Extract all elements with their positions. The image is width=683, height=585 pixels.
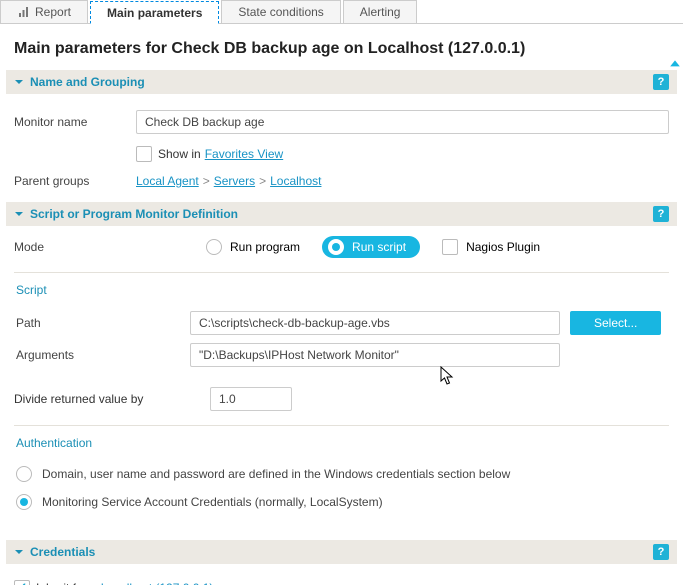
chevron-down-icon [14,209,24,219]
inherit-from-link[interactable]: Localhost (127.0.0.1) [101,581,214,585]
monitor-name-label: Monitor name [14,115,136,129]
show-in-favorites-checkbox[interactable] [136,146,152,162]
arguments-input[interactable] [190,343,560,367]
path-input[interactable] [190,311,560,335]
tab-report[interactable]: Report [0,0,88,23]
tab-alerting-label: Alerting [360,5,401,19]
divide-label: Divide returned value by [14,392,210,406]
select-path-button[interactable]: Select... [570,311,661,335]
auth-opt1-label: Domain, user name and password are defin… [42,467,510,481]
section-credentials[interactable]: Credentials ? [6,540,677,564]
breadcrumb-local-agent[interactable]: Local Agent [136,174,199,188]
radio-selected-icon [328,239,344,255]
radio-selected-icon [16,494,32,510]
auth-credentials-below-radio[interactable]: Domain, user name and password are defin… [14,460,669,488]
auth-opt2-label: Monitoring Service Account Credentials (… [42,495,383,509]
run-program-label: Run program [230,240,300,254]
help-button[interactable]: ? [653,544,669,560]
scroll-up-arrow-icon[interactable] [669,58,681,70]
mode-run-program-radio[interactable]: Run program [206,239,300,255]
checkbox-icon [442,239,458,255]
auth-subtitle: Authentication [14,432,669,460]
chevron-down-icon [14,547,24,557]
tab-report-label: Report [35,5,71,19]
breadcrumb-localhost[interactable]: Localhost [270,174,321,188]
help-button[interactable]: ? [653,206,669,222]
tab-state-conditions[interactable]: State conditions [221,0,340,23]
chevron-down-icon [14,77,24,87]
favorites-view-link[interactable]: Favorites View [205,147,283,161]
section-credentials-label: Credentials [30,545,653,559]
page-title: Main parameters for Check DB backup age … [0,24,683,70]
nagios-label: Nagios Plugin [466,240,540,254]
tab-main-label: Main parameters [107,6,202,20]
help-button[interactable]: ? [653,74,669,90]
authentication-group: Authentication Domain, user name and pas… [14,425,669,516]
breadcrumb-servers[interactable]: Servers [214,174,255,188]
mode-nagios-checkbox[interactable]: Nagios Plugin [442,239,540,255]
section-name-grouping[interactable]: Name and Grouping ? [6,70,677,94]
script-group: Script Path Select... Arguments [14,272,669,371]
divide-input[interactable] [210,387,292,411]
mode-run-script-radio[interactable]: Run script [322,236,420,258]
breadcrumb-separator: > [259,174,266,188]
inherit-from-label: Inherit from [36,581,97,585]
tab-bar: Report Main parameters State conditions … [0,0,683,24]
tab-main-parameters[interactable]: Main parameters [90,1,219,24]
section-name-grouping-label: Name and Grouping [30,75,653,89]
section-script-label: Script or Program Monitor Definition [30,207,653,221]
show-in-label: Show in [158,147,201,161]
breadcrumb-separator: > [203,174,210,188]
run-script-label: Run script [352,240,406,254]
tab-state-label: State conditions [238,5,323,19]
radio-icon [16,466,32,482]
path-label: Path [16,316,180,330]
script-subtitle: Script [14,279,669,307]
main-content: Main parameters for Check DB backup age … [0,24,683,585]
monitor-name-input[interactable] [136,110,669,134]
auth-service-account-radio[interactable]: Monitoring Service Account Credentials (… [14,488,669,516]
mode-label: Mode [14,240,184,254]
radio-icon [206,239,222,255]
section-script-definition[interactable]: Script or Program Monitor Definition ? [6,202,677,226]
arguments-label: Arguments [16,348,180,362]
report-icon [17,6,29,18]
parent-groups-label: Parent groups [14,174,136,188]
inherit-from-checkbox[interactable] [14,580,30,585]
tab-alerting[interactable]: Alerting [343,0,418,23]
